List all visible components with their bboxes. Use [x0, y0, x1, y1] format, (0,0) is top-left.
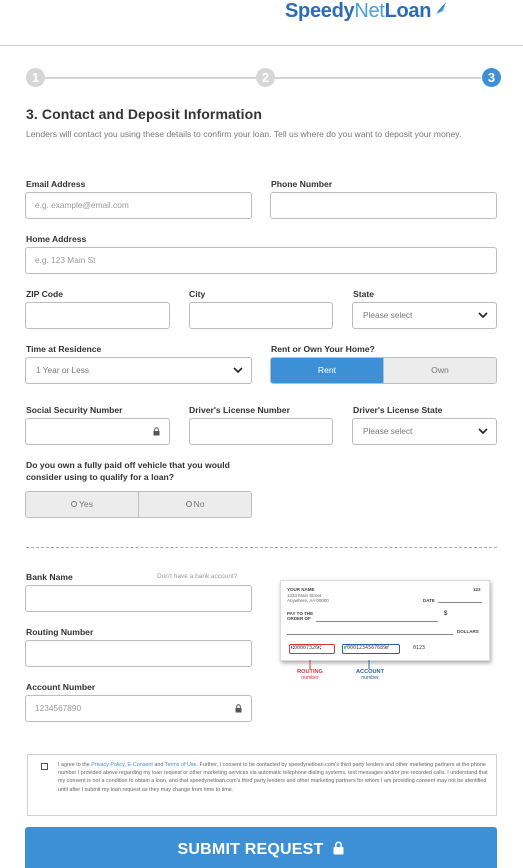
lock-icon [235, 704, 242, 713]
step-connector [44, 77, 256, 79]
check-date-line [438, 602, 482, 603]
section-intro: Lenders will contact you using these det… [26, 129, 462, 139]
dl-state-label: Driver's License State [353, 405, 443, 415]
state-select-value: Please select [363, 310, 413, 320]
radio-icon [185, 501, 192, 507]
own-option-button[interactable]: Own [384, 358, 496, 383]
consent-checkbox[interactable] [41, 763, 48, 770]
logo-text-speedy: Speedy [285, 0, 355, 22]
city-field[interactable] [189, 302, 333, 329]
chevron-down-icon [233, 367, 243, 374]
step-3-indicator: 3 [482, 68, 501, 87]
check-pay-to-line2: ORDER OF [287, 616, 311, 621]
routing-field[interactable] [25, 640, 252, 667]
logo-mark-icon [436, 2, 446, 14]
routing-caption-sub: number [301, 675, 319, 681]
consent-text: I agree to the Privacy Policy, E-Consent… [58, 761, 490, 794]
account-placeholder: 1234567890 [35, 703, 82, 713]
email-label: Email Address [26, 179, 86, 189]
vehicle-no-label: No [193, 499, 205, 509]
zip-field[interactable] [25, 302, 170, 329]
bank-name-field[interactable] [25, 585, 252, 612]
chevron-down-icon [478, 428, 488, 435]
time-at-residence-select[interactable]: 1 Year or Less [25, 357, 252, 384]
routing-label: Routing Number [26, 627, 94, 637]
dl-number-field[interactable] [189, 418, 333, 445]
account-caption: ACCOUNT number [350, 669, 390, 681]
check-amount-line [287, 634, 453, 635]
check-dollars-label: DOLLARS [457, 629, 479, 634]
city-label: City [189, 289, 206, 299]
radio-icon [70, 501, 77, 507]
state-select[interactable]: Please select [352, 302, 497, 329]
consent-box: I agree to the Privacy Policy, E-Consent… [27, 754, 497, 816]
section-title: 3. Contact and Deposit Information [26, 106, 262, 122]
vehicle-yes-label: Yes [78, 499, 94, 509]
check-routing-digits: ⑆00007326⑆ [291, 645, 322, 651]
bank-name-label: Bank Name [26, 572, 73, 582]
account-label: Account Number [26, 682, 96, 692]
email-placeholder: e.g. example@email.com [35, 200, 129, 210]
check-check-digits: 0123 [413, 645, 426, 651]
sample-check-illustration: YOUR NAME 1234 Main Street Anywhere, AA … [280, 580, 490, 661]
ssn-label: Social Security Number [26, 405, 123, 415]
home-address-placeholder: e.g. 123 Main St [35, 255, 96, 265]
check-payee-line [316, 621, 438, 622]
brand-logo[interactable]: SpeedyNetLoan [285, 0, 446, 24]
routing-caption: ROUTING number [292, 669, 328, 681]
vehicle-question: Do you own a fully paid off vehicle that… [26, 460, 230, 482]
step-1-indicator: 1 [26, 68, 45, 87]
vehicle-yes-option[interactable]: Yes [26, 492, 139, 517]
step-2-indicator: 2 [256, 68, 275, 87]
check-number: 123 [473, 587, 481, 592]
submit-button-label: SUBMIT REQUEST [177, 841, 324, 858]
time-at-residence-label: Time at Residence [26, 344, 102, 354]
check-dollar-sign: $ [444, 611, 448, 617]
check-your-name: YOUR NAME [287, 587, 315, 592]
dl-state-value: Please select [363, 426, 413, 436]
email-field[interactable]: e.g. example@email.com [25, 192, 252, 219]
rent-or-own-label: Rent or Own Your Home? [271, 344, 375, 354]
privacy-policy-link[interactable]: Privacy Policy [91, 762, 124, 768]
rent-option-button[interactable]: Rent [271, 358, 384, 383]
vehicle-toggle: Yes No [25, 491, 252, 518]
site-header: SpeedyNetLoan [0, 0, 523, 46]
progress-stepper: 1 2 3 [26, 68, 501, 88]
check-address-line2: Anywhere, AA 00000 [287, 598, 329, 603]
e-consent-link[interactable]: E-Consent [127, 762, 152, 768]
consent-and: and [152, 762, 165, 768]
rent-or-own-toggle: Rent Own [270, 357, 497, 384]
lock-icon [153, 427, 160, 436]
account-caption-sub: number [361, 675, 379, 681]
home-address-field[interactable]: e.g. 123 Main St [25, 247, 497, 274]
logo-text-loan: Loan [384, 0, 432, 22]
step-connector [275, 77, 481, 79]
time-at-residence-value: 1 Year or Less [36, 365, 90, 375]
ssn-field[interactable] [25, 418, 170, 445]
lock-icon [333, 841, 344, 855]
state-label: State [353, 289, 375, 299]
account-field[interactable]: 1234567890 [25, 695, 252, 722]
chevron-down-icon [478, 312, 488, 319]
dl-number-label: Driver's License Number [189, 405, 290, 415]
terms-of-use-link[interactable]: Terms of Use [165, 762, 197, 768]
section-divider [26, 547, 497, 548]
vehicle-no-option[interactable]: No [139, 492, 251, 517]
zip-label: ZIP Code [26, 289, 64, 299]
home-address-label: Home Address [26, 234, 87, 244]
phone-field[interactable] [270, 192, 497, 219]
phone-label: Phone Number [271, 179, 333, 189]
submit-request-button[interactable]: SUBMIT REQUEST [25, 827, 497, 868]
consent-text-start: I agree to the [58, 762, 92, 768]
dl-state-select[interactable]: Please select [352, 418, 497, 445]
check-account-digits: ⑈0001234567689⑈ [344, 645, 390, 651]
check-date-label: DATE [423, 598, 435, 603]
no-bank-account-link[interactable]: Don't have a bank account? [157, 573, 237, 580]
logo-text-net: Net [354, 0, 385, 22]
